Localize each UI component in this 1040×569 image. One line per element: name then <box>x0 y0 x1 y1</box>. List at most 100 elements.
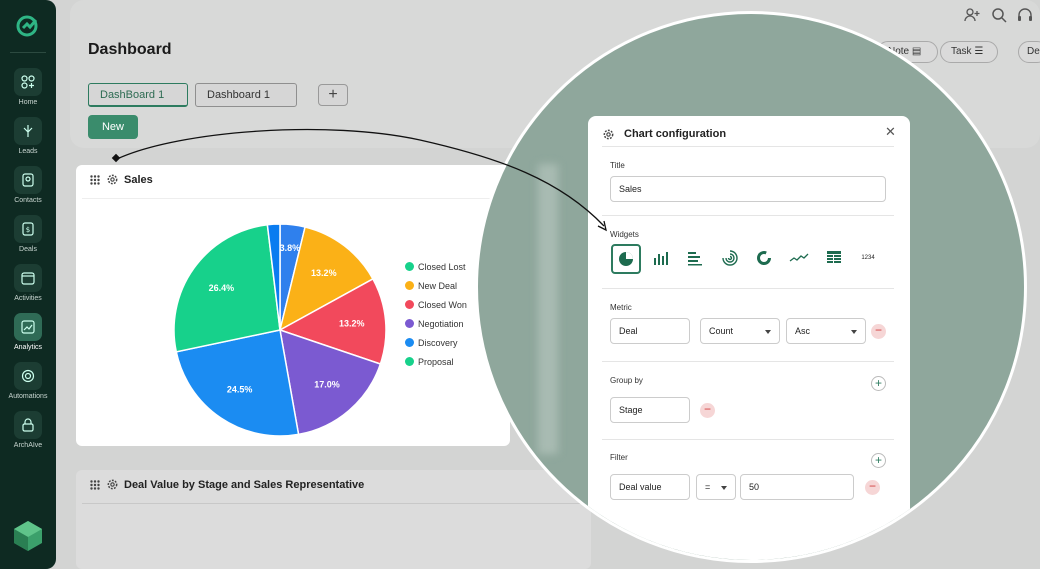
new-button[interactable]: New <box>88 115 138 139</box>
legend-label: Closed Lost <box>418 261 466 272</box>
chevron-down-icon <box>721 486 727 490</box>
legend-item[interactable]: Closed Won <box>405 295 467 314</box>
sidebar-item-leads[interactable]: Leads <box>0 117 56 155</box>
sidebar-item-label: Leads <box>18 148 38 155</box>
add-groupby-button[interactable]: + <box>871 376 886 391</box>
add-tab-button[interactable]: + <box>318 84 348 106</box>
sales-card-title: Sales <box>124 174 153 186</box>
divider <box>602 361 894 362</box>
widget-horizontal-bar[interactable] <box>681 244 709 272</box>
gear-icon <box>603 129 614 140</box>
chevron-down-icon <box>851 330 857 334</box>
chart-configuration-panel: Chart configuration ✕ Title Sales Widget… <box>588 116 910 560</box>
zoom-magnifier: Chart configuration ✕ Title Sales Widget… <box>475 11 1027 563</box>
legend-label: New Deal <box>418 280 458 291</box>
home-icon <box>21 75 35 89</box>
metric-aggregation-value: Count <box>709 326 734 336</box>
divider <box>602 288 894 289</box>
sidebar-item-analytics[interactable]: Analytics <box>0 313 56 351</box>
line-chart-icon <box>789 253 809 262</box>
sidebar-item-archive[interactable]: ArchAIve <box>0 411 56 449</box>
divider <box>602 439 894 440</box>
groupby-label: Group by <box>610 376 643 385</box>
blurred-card-edge <box>538 164 558 454</box>
gear-icon[interactable] <box>106 173 119 186</box>
widget-donut-chart[interactable] <box>750 244 778 272</box>
widget-pie-chart[interactable] <box>611 244 641 274</box>
metric-sort-select[interactable]: Asc <box>786 318 866 344</box>
metric-label: Metric <box>610 303 632 312</box>
legend-label: Closed Won <box>418 299 467 310</box>
legend-swatch <box>405 300 414 309</box>
sidebar-item-label: Deals <box>19 246 37 253</box>
metric-sort-value: Asc <box>795 326 811 336</box>
legend-swatch <box>405 338 414 347</box>
remove-metric-button[interactable]: − <box>871 324 886 339</box>
legend-item[interactable]: Discovery <box>405 333 467 352</box>
title-label: Title <box>610 161 625 170</box>
add-filter-button[interactable]: + <box>871 453 886 468</box>
divider <box>602 215 894 216</box>
sidebar-item-label: Analytics <box>13 344 42 351</box>
pie-data-label: 3.8% <box>280 243 301 253</box>
horizontal-bar-icon <box>688 252 702 266</box>
pie-data-label: 17.0% <box>314 380 340 390</box>
widgets-label: Widgets <box>610 230 639 239</box>
legend-label: Proposal <box>418 356 454 367</box>
pie-data-label: 26.4% <box>209 283 235 293</box>
radial-bar-icon <box>722 250 738 266</box>
legend-item[interactable]: New Deal <box>405 276 467 295</box>
archive-icon <box>22 418 34 432</box>
pie-chart-icon <box>619 252 633 266</box>
metric-aggregation-select[interactable]: Count <box>700 318 780 344</box>
filter-operator-select[interactable]: = <box>696 474 736 500</box>
bar-chart-icon <box>654 252 668 265</box>
legend-swatch <box>405 281 414 290</box>
filter-value-input[interactable]: 50 <box>740 474 854 500</box>
analytics-icon <box>21 320 35 334</box>
cube-icon[interactable] <box>10 518 46 554</box>
legend-item[interactable]: Closed Lost <box>405 257 467 276</box>
drag-grid-icon[interactable] <box>90 175 100 185</box>
widget-number[interactable]: 1234 <box>854 244 882 272</box>
sidebar-item-label: Contacts <box>14 197 42 204</box>
sidebar-item-home[interactable]: Home <box>0 68 56 106</box>
widget-bar-chart[interactable] <box>647 244 675 272</box>
panel-title: Chart configuration <box>624 128 727 140</box>
pie-legend: Closed Lost New Deal Closed Won Negotiation… <box>405 257 467 371</box>
remove-filter-button[interactable]: − <box>865 480 880 495</box>
sidebar-item-automations[interactable]: Automations <box>0 362 56 400</box>
close-icon[interactable]: ✕ <box>885 124 896 140</box>
gear-icon[interactable] <box>106 478 119 491</box>
deal-card-title: Deal Value by Stage and Sales Representa… <box>124 479 365 491</box>
app-logo-icon[interactable] <box>14 12 42 40</box>
filter-field-input[interactable]: Deal value <box>610 474 690 500</box>
leads-icon <box>23 125 33 137</box>
groupby-field-input[interactable]: Stage <box>610 397 690 423</box>
pie-data-label: 24.5% <box>227 385 253 395</box>
activities-icon <box>21 272 35 285</box>
widget-radial-bar[interactable] <box>716 244 744 272</box>
contacts-icon <box>22 173 34 187</box>
widget-table[interactable] <box>820 244 848 272</box>
sidebar-item-deals[interactable]: $ Deals <box>0 215 56 253</box>
legend-item[interactable]: Negotiation <box>405 314 467 333</box>
sidebar-item-activities[interactable]: Activities <box>0 264 56 302</box>
legend-label: Negotiation <box>418 318 464 329</box>
tab-dashboard-1[interactable]: Dashboard 1 <box>195 83 297 107</box>
metric-field-input[interactable]: Deal <box>610 318 690 344</box>
sales-pie-chart: 3.8% 13.2% 13.2% 17.0% 24.5% 26.4% <box>173 223 387 437</box>
legend-label: Discovery <box>418 337 458 348</box>
tab-dashboard-1-active[interactable]: DashBoard 1 <box>88 83 188 107</box>
svg-text:$: $ <box>26 226 30 234</box>
remove-groupby-button[interactable]: − <box>700 403 715 418</box>
sidebar-item-contacts[interactable]: Contacts <box>0 166 56 204</box>
widget-line-chart[interactable] <box>785 244 813 272</box>
automations-icon <box>21 369 35 383</box>
sidebar-item-label: Activities <box>14 295 42 302</box>
donut-chart-icon <box>757 251 771 265</box>
legend-swatch <box>405 262 414 271</box>
drag-grid-icon[interactable] <box>90 480 100 490</box>
title-input[interactable]: Sales <box>610 176 886 202</box>
legend-item[interactable]: Proposal <box>405 352 467 371</box>
